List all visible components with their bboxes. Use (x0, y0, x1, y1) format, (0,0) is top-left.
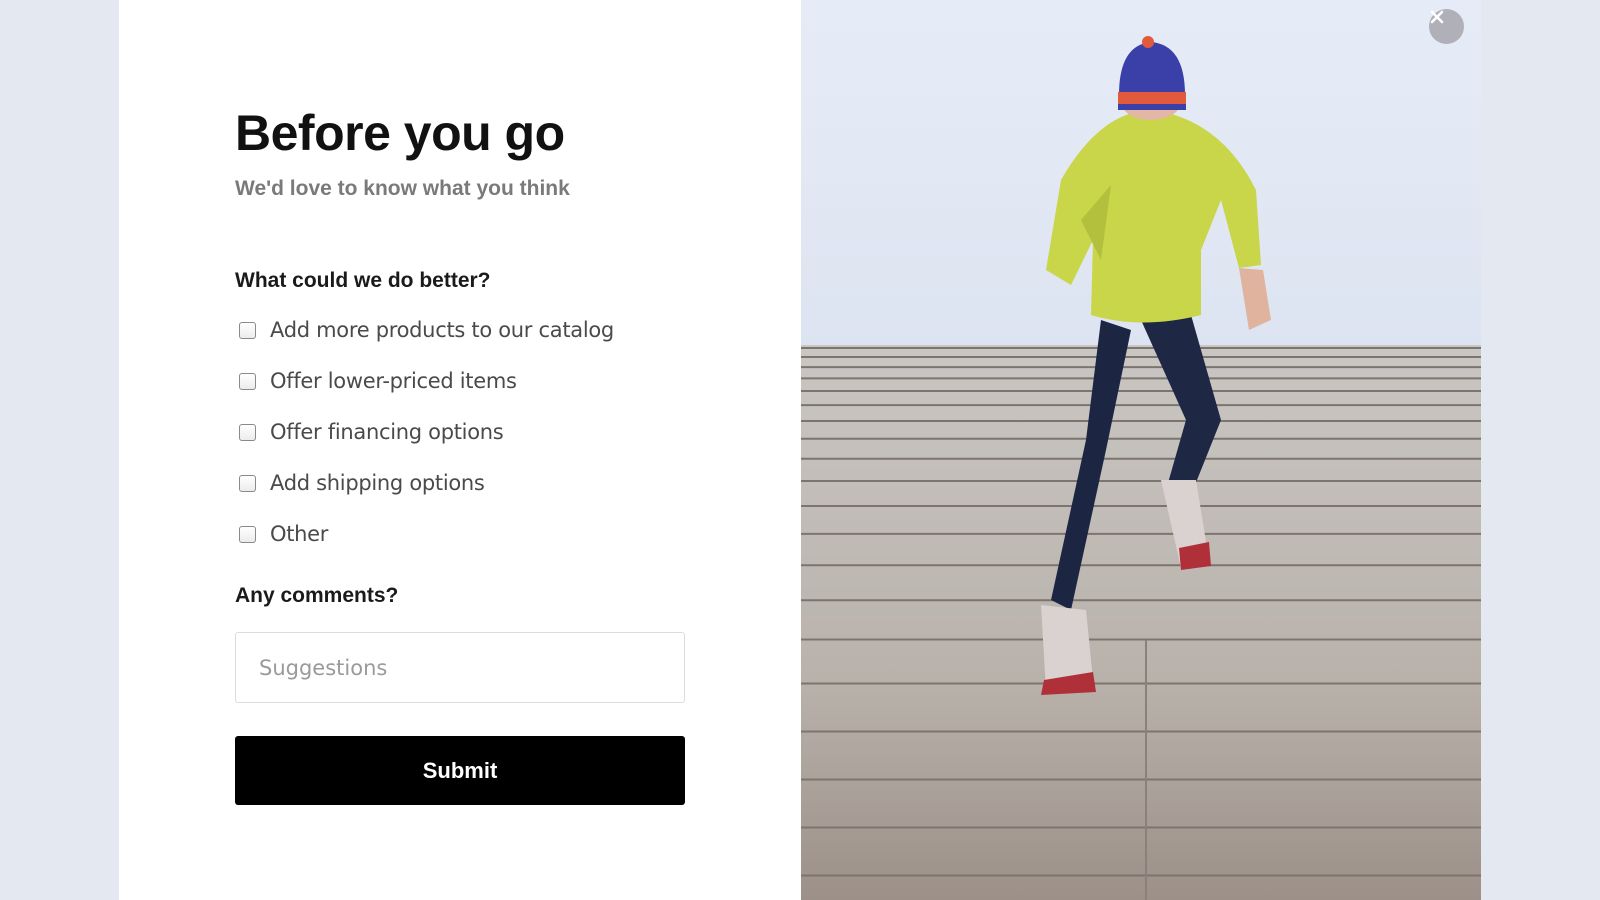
option-lower-priced[interactable]: Offer lower-priced items (235, 366, 517, 396)
question-improve: What could we do better? (235, 269, 491, 292)
option-more-products[interactable]: Add more products to our catalog (235, 315, 614, 345)
option-label: Offer financing options (270, 420, 504, 444)
modal-title: Before you go (235, 105, 565, 161)
option-financing[interactable]: Offer financing options (235, 417, 504, 447)
runner-stairs-image (801, 0, 1481, 900)
option-label: Other (270, 522, 329, 546)
form-panel: Before you go We'd love to know what you… (119, 0, 801, 900)
checkbox-lower-priced[interactable] (239, 372, 256, 390)
question-comments: Any comments? (235, 584, 399, 607)
feedback-modal: Before you go We'd love to know what you… (119, 0, 1481, 900)
close-button[interactable] (1429, 9, 1464, 44)
modal-subtitle: We'd love to know what you think (235, 177, 570, 200)
option-other[interactable]: Other (235, 519, 328, 549)
checkbox-more-products[interactable] (239, 321, 256, 339)
option-label: Add more products to our catalog (270, 318, 614, 342)
checkbox-financing[interactable] (239, 423, 256, 441)
checkbox-shipping[interactable] (239, 474, 256, 492)
close-icon (1430, 10, 1444, 24)
runner-photo (801, 0, 1481, 900)
submit-button[interactable]: Submit (235, 736, 685, 805)
checkbox-other[interactable] (239, 525, 256, 543)
option-label: Add shipping options (270, 471, 485, 495)
option-label: Offer lower-priced items (270, 369, 517, 393)
option-shipping[interactable]: Add shipping options (235, 468, 485, 498)
comments-input[interactable] (235, 632, 685, 703)
